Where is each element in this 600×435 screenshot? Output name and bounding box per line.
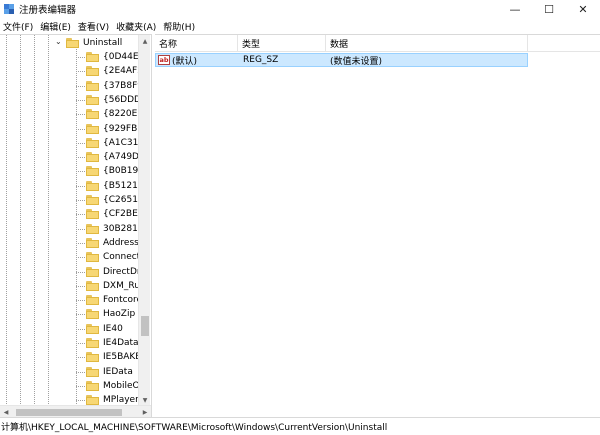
tree-item-label: IE40 <box>103 324 123 334</box>
menu-bar: 文件(F) 编辑(E) 查看(V) 收藏夹(A) 帮助(H) <box>0 18 600 34</box>
folder-icon <box>86 195 99 205</box>
tree-item[interactable]: DXM_Runt <box>76 280 147 292</box>
maximize-button[interactable]: ☐ <box>532 0 566 18</box>
tree-item[interactable]: 30B2813B <box>76 223 147 235</box>
menu-favorites[interactable]: 收藏夹(A) <box>113 20 160 33</box>
tree-item[interactable]: {8220EEFE <box>76 108 147 120</box>
tree-item[interactable]: {B0B194F8 <box>76 165 147 177</box>
tree-guide-lines <box>0 35 80 405</box>
tree-item[interactable]: IE40 <box>76 323 123 335</box>
close-icon: ✕ <box>578 2 588 16</box>
folder-icon <box>86 124 99 134</box>
folder-icon <box>86 181 99 191</box>
tree-item-label: Fontcore <box>103 295 143 305</box>
tree-item[interactable]: IE4Data <box>76 337 139 349</box>
folder-icon <box>86 367 99 377</box>
folder-icon <box>86 281 99 291</box>
folder-icon <box>86 224 99 234</box>
folder-icon <box>86 95 99 105</box>
list-row-default[interactable]: ab (默认) REG_SZ (数值未设置) <box>155 53 528 67</box>
column-header-name[interactable]: 名称 <box>155 35 238 52</box>
value-data: (数值未设置) <box>330 56 383 67</box>
tree-item[interactable]: {B5121457 <box>76 180 147 192</box>
folder-icon <box>86 395 99 405</box>
tree-item[interactable]: Connection <box>76 251 147 263</box>
minimize-icon: — <box>509 2 521 16</box>
tree-item-uninstall[interactable]: Uninstall <box>66 37 122 49</box>
tree-horizontal-scroll-thumb[interactable] <box>16 409 122 416</box>
folder-icon <box>86 267 99 277</box>
regedit-app-icon <box>4 4 14 14</box>
tree-item[interactable]: {C2651553 <box>76 194 147 206</box>
tree-item[interactable]: IE5BAKEX <box>76 351 147 363</box>
registry-tree[interactable]: ⌄ Uninstall {0D44E3A4 {2E4AF2A6 {37B8F9C7 {… <box>0 34 151 405</box>
scroll-up-arrow-icon[interactable]: ▲ <box>139 35 151 47</box>
tree-item[interactable]: {CF2BEA3C <box>76 208 147 220</box>
tree-item[interactable]: {2E4AF2A6 <box>76 65 147 77</box>
tree-item[interactable]: {0D44E3A4 <box>76 51 147 63</box>
folder-icon <box>86 381 99 391</box>
folder-icon <box>86 309 99 319</box>
folder-icon <box>86 352 99 362</box>
tree-item[interactable]: {56DDDFB <box>76 94 147 106</box>
tree-vertical-scrollbar[interactable]: ▲ ▼ <box>138 35 150 405</box>
collapse-chevron-icon[interactable]: ⌄ <box>55 37 62 46</box>
tree-item[interactable]: AddressBo <box>76 237 147 249</box>
tree-item[interactable]: HaoZip <box>76 308 135 320</box>
tree-vertical-scroll-thumb[interactable] <box>141 316 149 336</box>
folder-icon <box>86 338 99 348</box>
folder-icon <box>86 295 99 305</box>
menu-view[interactable]: 查看(V) <box>75 20 113 33</box>
column-header-type[interactable]: 类型 <box>238 35 326 52</box>
window-title: 注册表编辑器 <box>19 5 77 16</box>
tree-item[interactable]: MPlayer2 <box>76 394 145 405</box>
tree-item[interactable]: {929FBD26 <box>76 123 147 135</box>
tree-item-label: Uninstall <box>83 38 123 48</box>
status-path: 计算机\HKEY_LOCAL_MACHINE\SOFTWARE\Microsof… <box>1 423 388 433</box>
list-header: 名称 类型 数据 <box>155 35 600 52</box>
tree-item[interactable]: IEData <box>76 366 133 378</box>
tree-item-label: IEData <box>103 367 133 377</box>
values-list[interactable]: 名称 类型 数据 ab (默认) REG_SZ (数值未设置) <box>155 34 600 417</box>
column-header-data[interactable]: 数据 <box>326 35 528 52</box>
menu-edit[interactable]: 编辑(E) <box>37 20 75 33</box>
menu-file[interactable]: 文件(F) <box>0 20 37 33</box>
menu-help[interactable]: 帮助(H) <box>160 20 199 33</box>
value-type: REG_SZ <box>243 55 279 65</box>
value-name: (默认) <box>172 56 198 67</box>
folder-icon <box>86 324 99 334</box>
folder-icon <box>86 252 99 262</box>
tree-item[interactable]: {A749D8E6 <box>76 151 147 163</box>
tree-item[interactable]: Fontcore <box>76 294 142 306</box>
tree-item[interactable]: {A1C31BA5 <box>76 137 147 149</box>
folder-icon <box>86 209 99 219</box>
tree-item[interactable]: MobileOp <box>76 380 145 392</box>
minimize-button[interactable]: — <box>498 0 532 18</box>
folder-icon <box>86 52 99 62</box>
folder-icon <box>86 81 99 91</box>
title-bar: 注册表编辑器 — ☐ ✕ <box>0 0 600 18</box>
tree-item-label: IE4Data <box>103 338 139 348</box>
folder-icon <box>66 38 79 48</box>
folder-icon <box>86 66 99 76</box>
folder-icon <box>86 152 99 162</box>
tree-item-label: HaoZip <box>103 309 136 319</box>
close-button[interactable]: ✕ <box>566 0 600 18</box>
status-bar: 计算机\HKEY_LOCAL_MACHINE\SOFTWARE\Microsof… <box>0 417 600 435</box>
folder-icon <box>86 238 99 248</box>
tree-item[interactable]: DirectDrav <box>76 266 147 278</box>
folder-icon <box>86 109 99 119</box>
folder-icon <box>86 138 99 148</box>
tree-item[interactable]: {37B8F9C7 <box>76 80 147 92</box>
string-value-icon: ab <box>158 55 170 65</box>
folder-icon <box>86 166 99 176</box>
tree-horizontal-scrollbar[interactable]: ◀ ▶ <box>0 405 151 417</box>
scroll-down-arrow-icon[interactable]: ▼ <box>139 394 151 405</box>
maximize-icon: ☐ <box>544 2 554 16</box>
